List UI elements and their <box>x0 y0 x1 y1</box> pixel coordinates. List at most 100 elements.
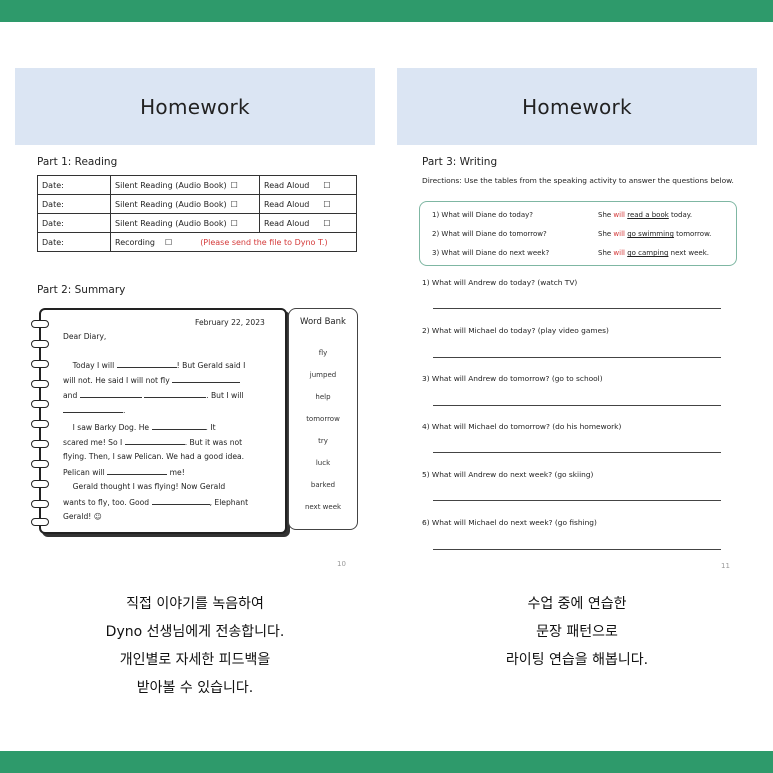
checkbox[interactable]: ☐ <box>231 200 238 209</box>
answer-highlight: will <box>613 211 625 219</box>
answer-line[interactable] <box>433 308 721 309</box>
read-aloud-cell: Read Aloud ☐ <box>259 213 357 233</box>
part2-title: Part 2: Summary <box>37 284 126 296</box>
answer-blank[interactable] <box>107 465 168 475</box>
recording-label: Recording <box>115 237 156 247</box>
answer-blank[interactable] <box>172 373 241 383</box>
diary-line: Gerald! ☺ <box>63 512 102 521</box>
word-bank-title: Word Bank <box>300 317 346 327</box>
answer-line[interactable] <box>433 452 721 453</box>
caption-line: 문장 패턴으로 <box>536 624 618 640</box>
diary-text: will not. He said I will not fly <box>63 376 170 385</box>
spiral-ring-icon <box>31 360 49 368</box>
word-bank-item: fly <box>318 349 328 357</box>
read-aloud-cell: Read Aloud ☐ <box>259 175 357 195</box>
bottom-accent-bar <box>0 751 773 773</box>
answer-blank[interactable] <box>151 420 206 430</box>
part1-title: Part 1: Reading <box>37 156 118 168</box>
answer-line[interactable] <box>433 357 721 358</box>
diary-text: wants to fly, too. Good <box>63 498 150 507</box>
diary-line: flying. Then, I saw Pelican. We had a go… <box>63 452 245 461</box>
example-answer: She will go camping next week. <box>598 249 709 257</box>
diary-text: . It <box>205 423 216 432</box>
word-bank-item: tomorrow <box>306 415 340 423</box>
example-question: 2) What will Diane do tomorrow? <box>432 230 547 238</box>
date-cell: Date: <box>37 213 111 233</box>
diary-line: I saw Barky Dog. He . It <box>63 420 281 436</box>
diary-line: will not. He said I will not fly <box>63 373 241 389</box>
answer-underline: go camping <box>627 249 669 257</box>
date-cell: Date: <box>37 194 111 214</box>
recording-note: (Please send the file to Dyno T.) <box>200 237 328 247</box>
caption-right: 수업 중에 연습한 문장 패턴으로 라이팅 연습을 해봅니다. <box>397 590 757 674</box>
recording-cell: Recording ☐ (Please send the file to Dyno … <box>110 232 357 252</box>
answer-blank[interactable] <box>116 358 177 368</box>
read-aloud-label: Read Aloud <box>264 199 310 209</box>
example-row: 1) What will Diane do today? She will re… <box>432 211 732 219</box>
date-cell: Date: <box>37 232 111 252</box>
example-answer: She will go swimming tomorrow. <box>598 230 711 238</box>
diary-line: Pelican will me! <box>63 465 185 481</box>
spiral-ring-icon <box>31 420 49 428</box>
answer-blank[interactable] <box>144 388 207 398</box>
page-header: Homework <box>15 68 375 145</box>
answer-highlight: will <box>613 249 625 257</box>
checkbox[interactable]: ☐ <box>323 219 330 228</box>
activity-cell: Silent Reading (Audio Book) ☐ <box>110 213 260 233</box>
word-bank-item: try <box>318 437 328 445</box>
word-bank-item: help <box>315 393 331 401</box>
caption-line: Dyno 선생님에게 전송합니다. <box>105 624 285 640</box>
caption-left: 직접 이야기를 녹음하여 Dyno 선생님에게 전송합니다. 개인별로 자세한 … <box>15 590 375 702</box>
diary-date: February 22, 2023 <box>195 318 265 327</box>
answer-line[interactable] <box>433 405 721 406</box>
caption-line: 직접 이야기를 녹음하여 <box>126 596 264 612</box>
example-row: 3) What will Diane do next week? She wil… <box>432 249 732 257</box>
directions-text: Directions: Use the tables from the spea… <box>422 176 734 185</box>
read-aloud-label: Read Aloud <box>264 180 310 190</box>
diary-text: . But I will <box>206 391 244 400</box>
top-accent-bar <box>0 0 773 22</box>
answer-blank[interactable] <box>79 388 142 398</box>
word-bank-item: luck <box>315 459 331 467</box>
diary-text: me! <box>169 468 185 477</box>
spiral-ring-icon <box>31 460 49 468</box>
writing-question: 6) What will Michael do next week? (go f… <box>422 518 597 527</box>
diary-line: . <box>63 403 125 419</box>
diary-line: and . But I will <box>63 388 244 404</box>
table-row: Date: Silent Reading (Audio Book) ☐ Read … <box>37 175 357 195</box>
table-row: Date: Silent Reading (Audio Book) ☐ Read … <box>37 194 357 214</box>
answer-line[interactable] <box>433 500 721 501</box>
read-aloud-label: Read Aloud <box>264 218 310 228</box>
diary-line: Gerald thought I was flying! Now Gerald <box>63 480 226 495</box>
part3-title: Part 3: Writing <box>422 156 498 168</box>
answer-blank[interactable] <box>63 403 123 413</box>
checkbox[interactable]: ☐ <box>323 200 330 209</box>
checkbox[interactable]: ☐ <box>231 219 238 228</box>
answer-text: She <box>598 249 614 257</box>
diary-text: Pelican will <box>63 468 105 477</box>
spiral-ring-icon <box>31 320 49 328</box>
example-answer: She will read a book today. <box>598 211 692 219</box>
answer-text: tomorrow. <box>673 230 712 238</box>
answer-blank[interactable] <box>151 495 210 505</box>
answer-blank[interactable] <box>124 435 185 445</box>
diary-text: Gerald thought I was flying! Now Gerald <box>72 482 226 491</box>
checkbox[interactable]: ☐ <box>165 238 172 247</box>
answer-underline: read a book <box>627 211 669 219</box>
table-row: Date: Silent Reading (Audio Book) ☐ Read … <box>37 213 357 233</box>
example-row: 2) What will Diane do tomorrow? She will… <box>432 230 732 238</box>
diary-line: wants to fly, too. Good , Elephant <box>63 495 248 511</box>
checkbox[interactable]: ☐ <box>323 181 330 190</box>
diary-greeting: Dear Diary, <box>63 332 107 341</box>
diary-text: Today I will <box>72 361 115 370</box>
checkbox[interactable]: ☐ <box>231 181 238 190</box>
page-number: 10 <box>337 560 346 568</box>
diary-notebook: February 22, 2023 Dear Diary, Today I wi… <box>31 308 287 534</box>
table-row: Date: Recording ☐ (Please send the file to… <box>37 232 357 252</box>
page-header: Homework <box>397 68 757 145</box>
read-aloud-cell: Read Aloud ☐ <box>259 194 357 214</box>
diary-text: scared me! So I <box>63 438 123 447</box>
spiral-ring-icon <box>31 480 49 488</box>
answer-line[interactable] <box>433 549 721 550</box>
writing-question: 5) What will Andrew do next week? (go sk… <box>422 470 594 479</box>
